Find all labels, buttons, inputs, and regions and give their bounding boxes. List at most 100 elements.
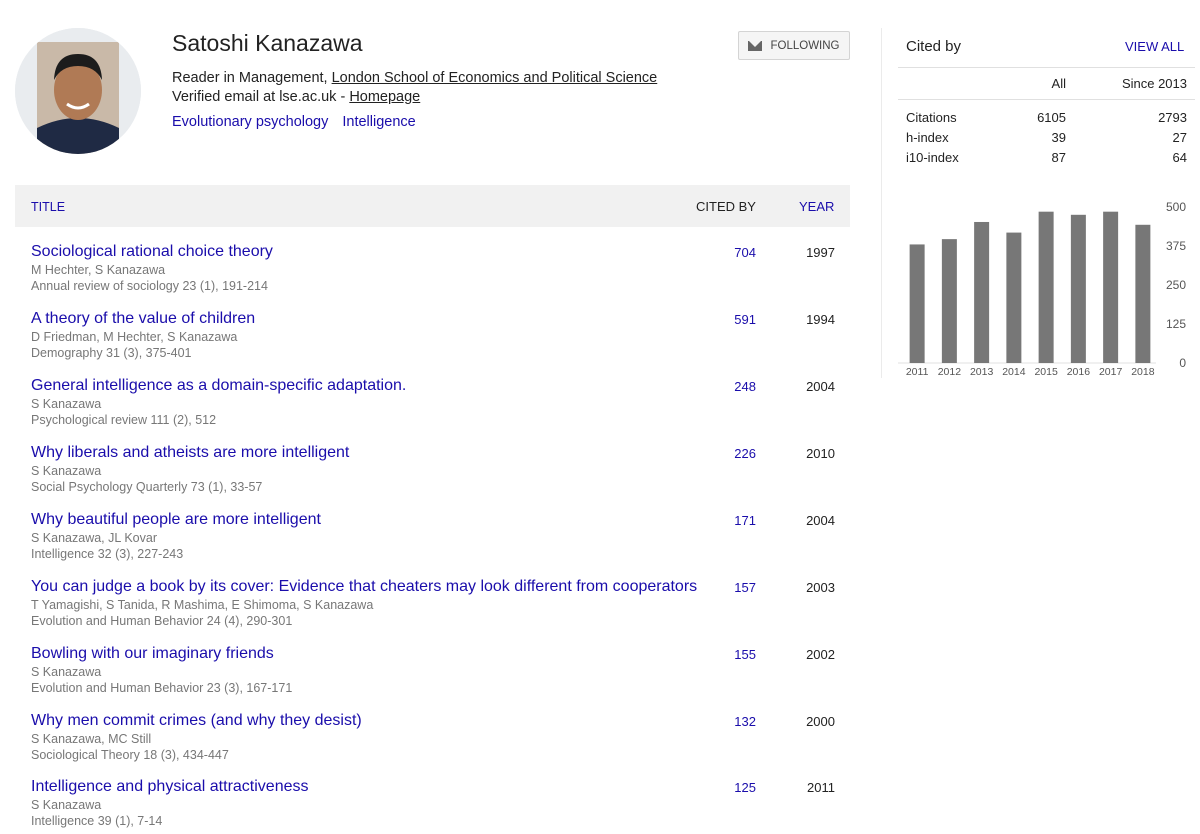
panel-divider-line (898, 99, 1195, 100)
article-row: Bowling with our imaginary friends S Kan… (31, 644, 851, 704)
research-interests: Evolutionary psychology Intelligence (172, 113, 430, 132)
stat-label: i10-index (906, 150, 959, 165)
article-authors: M Hechter, S Kanazawa (31, 263, 166, 277)
chart-bar[interactable] (974, 221, 990, 363)
stat-since: 64 (1172, 150, 1187, 165)
article-authors: S Kanazawa (31, 464, 102, 478)
stat-all: 87 (1051, 150, 1066, 165)
article-venue: Annual review of sociology 23 (1), 191-2… (31, 279, 268, 293)
article-year: 2010 (806, 446, 835, 461)
chart-x-tick-label: 2011 (906, 366, 929, 378)
stat-since: 27 (1172, 130, 1187, 145)
article-cited-link[interactable]: 704 (711, 245, 756, 260)
following-button[interactable]: FOLLOWING (738, 31, 850, 60)
article-authors: S Kanazawa (31, 397, 102, 411)
stat-label: h-index (906, 130, 949, 145)
sort-by-title[interactable]: TITLE (31, 200, 65, 214)
articles-table-header: TITLE CITED BY YEAR (15, 185, 850, 227)
stat-all: 39 (1051, 130, 1066, 145)
chart-bar[interactable] (1135, 224, 1151, 363)
article-venue: Evolution and Human Behavior 23 (3), 167… (31, 681, 293, 695)
following-label: FOLLOWING (770, 39, 840, 52)
article-row: A theory of the value of children D Frie… (31, 309, 851, 369)
article-venue: Sociological Theory 18 (3), 434-447 (31, 748, 229, 762)
profile-photo-image (15, 28, 141, 154)
article-row: General intelligence as a domain-specifi… (31, 376, 851, 436)
chart-x-tick-label: 2012 (938, 366, 962, 378)
chart-y-tick-label: 375 (1166, 239, 1186, 253)
col-header-since: Since 2013 (1121, 76, 1187, 91)
interest-link[interactable]: Intelligence (342, 114, 415, 130)
article-cited-link[interactable]: 226 (711, 446, 756, 461)
cited-by-title: Cited by (906, 38, 962, 55)
chart-bar[interactable] (1006, 232, 1022, 363)
stat-row-citations: Citations 6105 2793 (906, 110, 1187, 128)
profile-photo (15, 28, 141, 154)
sort-by-year[interactable]: YEAR (799, 199, 834, 214)
article-venue: Intelligence 32 (3), 227-243 (31, 547, 184, 561)
article-row: Sociological rational choice theory M He… (31, 242, 851, 302)
chart-bar[interactable] (941, 239, 957, 363)
sort-by-cited[interactable]: CITED BY (696, 199, 756, 214)
chart-x-tick-label: 2013 (970, 366, 994, 378)
article-year: 2004 (806, 379, 835, 394)
article-year: 1997 (806, 245, 835, 260)
article-venue: Demography 31 (3), 375-401 (31, 346, 192, 360)
article-row: Why men commit crimes (and why they desi… (31, 711, 851, 771)
article-cited-link[interactable]: 157 (711, 580, 756, 595)
chart-x-tick-label: 2017 (1099, 366, 1123, 378)
stat-row-i10-index: i10-index 87 64 (906, 150, 1187, 168)
view-all-link[interactable]: VIEW ALL (1125, 39, 1184, 54)
chart-bar[interactable] (909, 244, 925, 363)
panel-divider (881, 28, 882, 378)
affiliation-link[interactable]: London School of Economics and Political… (332, 70, 658, 86)
chart-y-tick-label: 0 (1179, 356, 1186, 370)
panel-divider-line (898, 67, 1195, 68)
homepage-link[interactable]: Homepage (349, 89, 420, 105)
profile-name: Satoshi Kanazawa (172, 30, 363, 56)
article-row: You can judge a book by its cover: Evide… (31, 577, 851, 637)
article-authors: S Kanazawa, MC Still (31, 732, 152, 746)
article-cited-link[interactable]: 132 (711, 714, 756, 729)
article-authors: S Kanazawa (31, 665, 102, 679)
article-cited-link[interactable]: 155 (711, 647, 756, 662)
position-text: Reader in Management, (172, 70, 332, 86)
chart-x-tick-label: 2018 (1131, 366, 1155, 378)
stat-all: 6105 (1037, 110, 1066, 125)
article-venue: Evolution and Human Behavior 24 (4), 290… (31, 614, 293, 628)
citations-per-year-chart: 2011 2012 2013 2014 2015 2016 2017 2018 0 125 250 3… (898, 200, 1186, 378)
stat-label: Citations (906, 110, 957, 125)
article-year: 2002 (806, 647, 835, 662)
chart-bar[interactable] (1038, 211, 1054, 363)
article-year: 2003 (806, 580, 835, 595)
article-year: 2004 (806, 513, 835, 528)
article-year: 1994 (806, 312, 835, 327)
mail-icon (748, 40, 763, 51)
chart-x-tick-label: 2014 (1002, 366, 1026, 378)
article-row: Why liberals and atheists are more intel… (31, 443, 851, 503)
article-cited-link[interactable]: 125 (711, 780, 756, 795)
stat-since: 2793 (1158, 110, 1187, 125)
chart-bar[interactable] (1103, 211, 1119, 363)
article-row: Intelligence and physical attractiveness… (31, 777, 851, 834)
article-cited-link[interactable]: 591 (711, 312, 756, 327)
chart-x-tick-label: 2016 (1067, 366, 1091, 378)
chart-y-tick-label: 125 (1166, 317, 1186, 331)
article-authors: T Yamagishi, S Tanida, R Mashima, E Shim… (31, 598, 374, 612)
profile-affiliation: Reader in Management, London School of E… (172, 69, 657, 88)
article-cited-link[interactable]: 248 (711, 379, 756, 394)
email-text: Verified email at lse.ac.uk - (172, 89, 350, 105)
chart-bar[interactable] (1070, 214, 1086, 363)
chart-y-tick-label: 500 (1166, 200, 1186, 214)
article-venue: Social Psychology Quarterly 73 (1), 33-5… (31, 480, 263, 494)
interest-link[interactable]: Evolutionary psychology (172, 114, 328, 130)
chart-x-tick-label: 2015 (1034, 366, 1058, 378)
stat-row-h-index: h-index 39 27 (906, 130, 1187, 148)
article-authors: S Kanazawa, JL Kovar (31, 531, 157, 545)
article-venue: Psychological review 111 (2), 512 (31, 413, 217, 427)
article-row: Why beautiful people are more intelligen… (31, 510, 851, 570)
article-authors: S Kanazawa (31, 798, 102, 812)
article-cited-link[interactable]: 171 (711, 513, 756, 528)
profile-email: Verified email at lse.ac.uk - Homepage (172, 88, 420, 107)
article-authors: D Friedman, M Hechter, S Kanazawa (31, 330, 238, 344)
